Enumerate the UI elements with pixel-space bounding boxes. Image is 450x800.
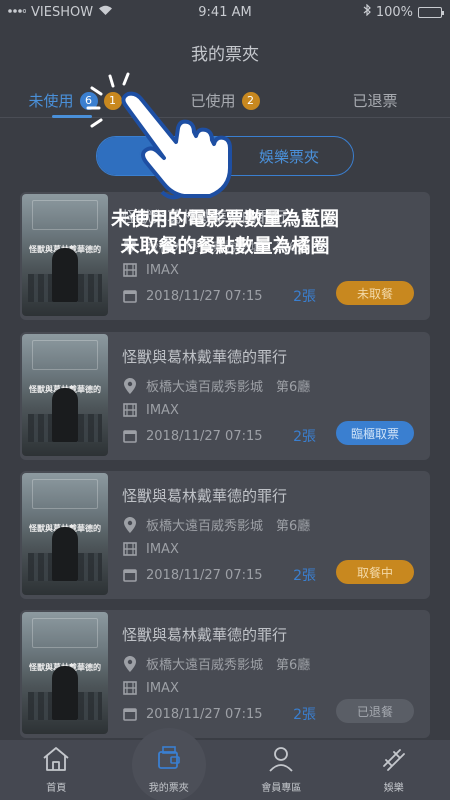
nav-member[interactable]: 會員專區: [225, 740, 338, 800]
film-icon: [122, 262, 138, 278]
battery-percent: 100%: [375, 4, 413, 20]
calendar-icon: [122, 428, 138, 444]
nav-label: 首頁: [46, 783, 67, 794]
status-bar: VIESHOW 9:41 AM 100%: [0, 0, 450, 24]
ticket-card[interactable]: 怪獸與葛林戴華德的罪行 怪獸與葛林戴華德的罪行 板橋大遠百威秀影城 第6廳 IM…: [20, 610, 430, 738]
page-title: 我的票夾: [191, 45, 259, 65]
tutorial-caption: 未使用的電影票數量為藍圈 未取餐的餐點數量為橘圈: [0, 206, 450, 260]
nav-my-tickets[interactable]: 我的票夾: [113, 728, 226, 800]
movie-poster: 怪獸與葛林戴華德的罪行: [22, 334, 108, 456]
status-button[interactable]: 取餐中: [336, 560, 414, 584]
showtime: 2018/11/27 07:15: [146, 288, 263, 304]
showtime: 2018/11/27 07:15: [146, 428, 263, 444]
showtime: 2018/11/27 07:15: [146, 567, 263, 583]
entertainment-icon: [380, 746, 408, 775]
calendar-icon: [122, 706, 138, 722]
ticket-wallet-icon: [156, 744, 182, 775]
status-button[interactable]: 臨櫃取票: [336, 421, 414, 445]
home-icon: [42, 746, 70, 775]
screen-format: IMAX: [146, 402, 179, 418]
caption-line-2: 未取餐的餐點數量為橘圈: [120, 235, 330, 257]
film-icon: [122, 541, 138, 557]
cinema-name: 板橋大遠百威秀影城 第6廳: [146, 380, 311, 395]
calendar-icon: [122, 567, 138, 583]
carrier-name: VIESHOW: [31, 4, 94, 20]
signal-icon: [8, 5, 27, 20]
status-button[interactable]: 未取餐: [336, 281, 414, 305]
movie-poster: 怪獸與葛林戴華德的罪行: [22, 612, 108, 734]
ticket-count: 2張: [293, 568, 316, 584]
nav-label: 會員專區: [261, 783, 302, 794]
cinema-name: 板橋大遠百威秀影城 第6廳: [146, 658, 311, 673]
nav-label: 娛樂: [383, 783, 404, 794]
location-pin-icon: [122, 377, 138, 394]
screen-format: IMAX: [146, 680, 179, 696]
wifi-icon: [98, 5, 113, 20]
tab-label: 未使用: [28, 92, 74, 110]
tab-label: 已退票: [352, 92, 398, 110]
location-pin-icon: [122, 655, 138, 672]
bottom-nav: 首頁 我的票夾 會員專區 娛樂: [0, 728, 450, 800]
ticket-card[interactable]: 怪獸與葛林戴華德的罪行 怪獸與葛林戴華德的罪行 板橋大遠百威秀影城 第6廳 IM…: [20, 332, 430, 460]
ticket-count: 2張: [293, 429, 316, 445]
movie-title: 怪獸與葛林戴華德的罪行: [122, 626, 288, 644]
movie-title: 怪獸與葛林戴華德的罪行: [122, 487, 288, 505]
showtime: 2018/11/27 07:15: [146, 706, 263, 722]
film-icon: [122, 680, 138, 696]
ticket-count: 2張: [293, 707, 316, 723]
pointing-hand-icon: [86, 72, 232, 200]
calendar-icon: [122, 288, 138, 304]
movie-poster: 怪獸與葛林戴華德的罪行: [22, 473, 108, 595]
nav-label: 我的票夾: [148, 783, 189, 794]
ticket-card[interactable]: 怪獸與葛林戴華德的罪行 怪獸與葛林戴華德的罪行 板橋大遠百威秀影城 第6廳 IM…: [20, 471, 430, 599]
nav-home[interactable]: 首頁: [0, 740, 113, 800]
screen-format: IMAX: [146, 541, 179, 557]
caption-line-1: 未使用的電影票數量為藍圈: [110, 208, 339, 230]
nav-entertainment[interactable]: 娛樂: [338, 740, 450, 800]
battery-icon: [418, 6, 444, 18]
status-button[interactable]: 已退餐: [336, 699, 414, 723]
location-pin-icon: [122, 516, 138, 533]
bluetooth-icon: [363, 3, 371, 20]
member-icon: [268, 746, 294, 775]
movie-title: 怪獸與葛林戴華德的罪行: [122, 348, 288, 366]
ticket-count: 2張: [293, 289, 316, 305]
screen-format: IMAX: [146, 262, 179, 278]
film-icon: [122, 402, 138, 418]
tab-refunded[interactable]: 已退票: [300, 84, 450, 117]
cinema-name: 板橋大遠百威秀影城 第6廳: [146, 519, 311, 534]
